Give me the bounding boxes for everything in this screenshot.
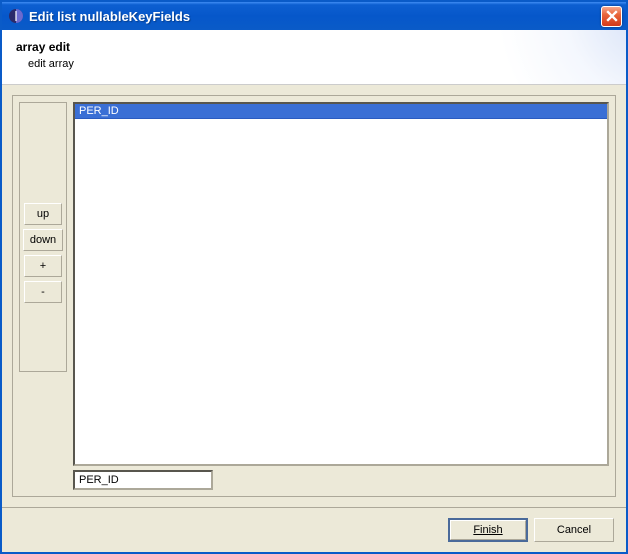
- remove-button[interactable]: -: [24, 281, 62, 303]
- list-item[interactable]: PER_ID: [75, 104, 607, 119]
- content-area: up down + - PER_ID: [2, 85, 626, 507]
- up-button[interactable]: up: [24, 203, 62, 225]
- finish-button[interactable]: Finish: [448, 518, 528, 542]
- dialog-window: Edit list nullableKeyFields array edit e…: [0, 0, 628, 554]
- items-listbox[interactable]: PER_ID: [73, 102, 609, 466]
- page-subtitle: edit array: [28, 58, 612, 70]
- page-title: array edit: [16, 40, 612, 54]
- window-title: Edit list nullableKeyFields: [29, 9, 601, 24]
- item-edit-input[interactable]: [73, 470, 213, 490]
- close-icon: [606, 10, 618, 22]
- title-bar[interactable]: Edit list nullableKeyFields: [2, 2, 626, 30]
- reorder-button-group: up down + -: [19, 102, 67, 372]
- dialog-footer: Finish Cancel: [2, 507, 626, 552]
- down-button[interactable]: down: [23, 229, 63, 251]
- cancel-button[interactable]: Cancel: [534, 518, 614, 542]
- list-column: PER_ID: [73, 102, 609, 490]
- add-button[interactable]: +: [24, 255, 62, 277]
- app-icon: [8, 8, 24, 24]
- editor-panel: up down + - PER_ID: [12, 95, 616, 497]
- dialog-header: array edit edit array: [2, 30, 626, 85]
- edit-row: [73, 470, 609, 490]
- close-button[interactable]: [601, 6, 622, 27]
